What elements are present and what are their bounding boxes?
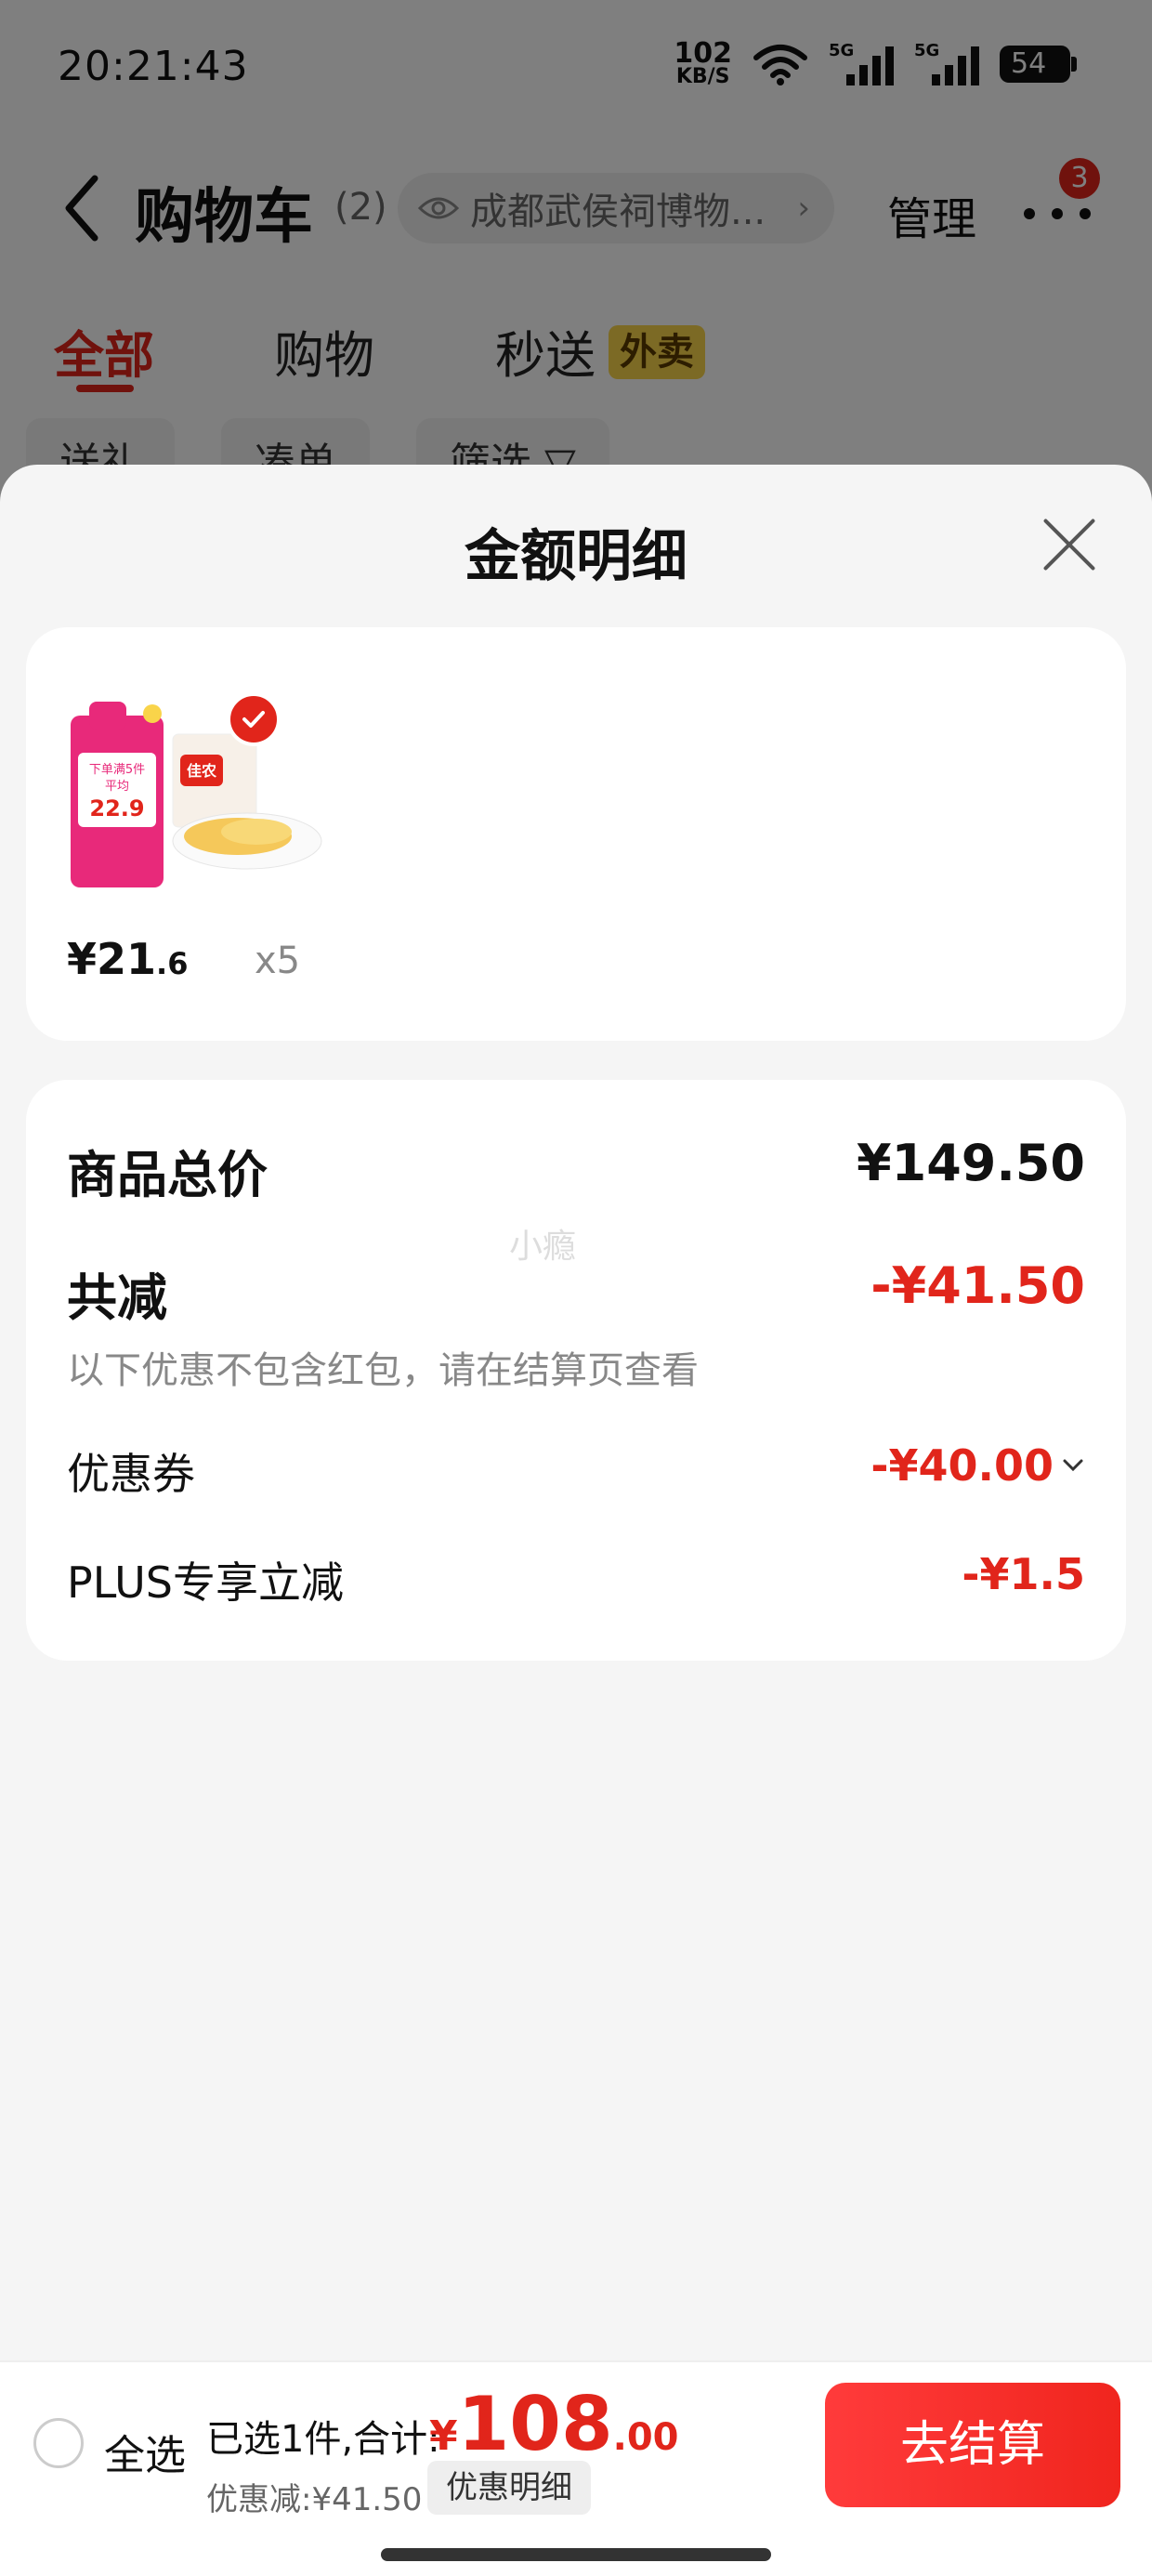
saving-summary: 优惠减:¥41.50 [206,2481,423,2518]
total-row: 商品总价 ¥149.50 [67,1134,1085,1204]
price-summary-card: 商品总价 ¥149.50 小瘾 共减 -¥41.50 以下优惠不包含红包，请在结… [26,1080,1126,1661]
plus-discount-row: PLUS专享立减 -¥1.5 [67,1549,1085,1614]
product-image-price: 22.9 [89,795,144,821]
selected-summary: 已选1件,合计: [206,2418,440,2461]
sheet-title: 金额明细 [465,524,687,589]
discount-detail-button[interactable]: 优惠明细 [427,2461,591,2515]
selected-check-icon[interactable] [227,692,281,746]
chevron-down-icon[interactable] [1061,1453,1085,1478]
checkout-bar: 全选 已选1件,合计: ¥108.00 优惠减:¥41.50 优惠明细 去结算 [0,2360,1152,2576]
plus-label: PLUS专享立减 [67,1557,344,1608]
total-price-dec: .00 [612,2416,679,2459]
total-label: 商品总价 [67,1146,268,1204]
total-price-int: 108 [457,2381,613,2467]
coupon-value: -¥40.00 [871,1440,1054,1491]
close-icon[interactable] [1041,515,1098,572]
product-image[interactable]: 下单满5件 平均 22.9 佳农 [71,697,327,892]
amount-detail-sheet: 金额明细 下单满5件 平均 22.9 佳农 ¥21.6 x5 商品总价 ¥149… [0,465,1152,2360]
plus-value: -¥1.5 [962,1549,1085,1599]
product-image-brand: 佳农 [187,762,216,780]
total-price: ¥108.00 [429,2381,678,2467]
reduce-label: 共减 [67,1268,167,1327]
total-value: ¥149.50 [857,1134,1085,1192]
coupon-label: 优惠券 [67,1449,195,1499]
currency-symbol: ¥ [429,2412,458,2460]
product-card: 下单满5件 平均 22.9 佳农 ¥21.6 x5 [26,627,1126,1041]
product-image-promo: 下单满5件 [89,763,145,777]
select-all-radio[interactable] [33,2418,84,2468]
product-image-avg: 平均 [105,780,129,794]
reduce-value: -¥41.50 [871,1256,1085,1315]
reduce-row: 共减 -¥41.50 [67,1256,1085,1327]
product-price-dec: .6 [156,946,189,981]
product-price: ¥21.6 [67,934,188,984]
dim-overlay[interactable] [0,0,1152,502]
check-icon [242,711,265,728]
home-indicator[interactable] [381,2548,771,2561]
product-quantity: x5 [255,940,301,982]
checkout-button[interactable]: 去结算 [825,2383,1120,2507]
product-price-int: ¥21 [67,934,157,984]
select-all-label[interactable]: 全选 [104,2422,186,2481]
coupon-row[interactable]: 优惠券 -¥40.00 [67,1440,1085,1505]
discount-note: 以下优惠不包含红包，请在结算页查看 [67,1349,699,1392]
